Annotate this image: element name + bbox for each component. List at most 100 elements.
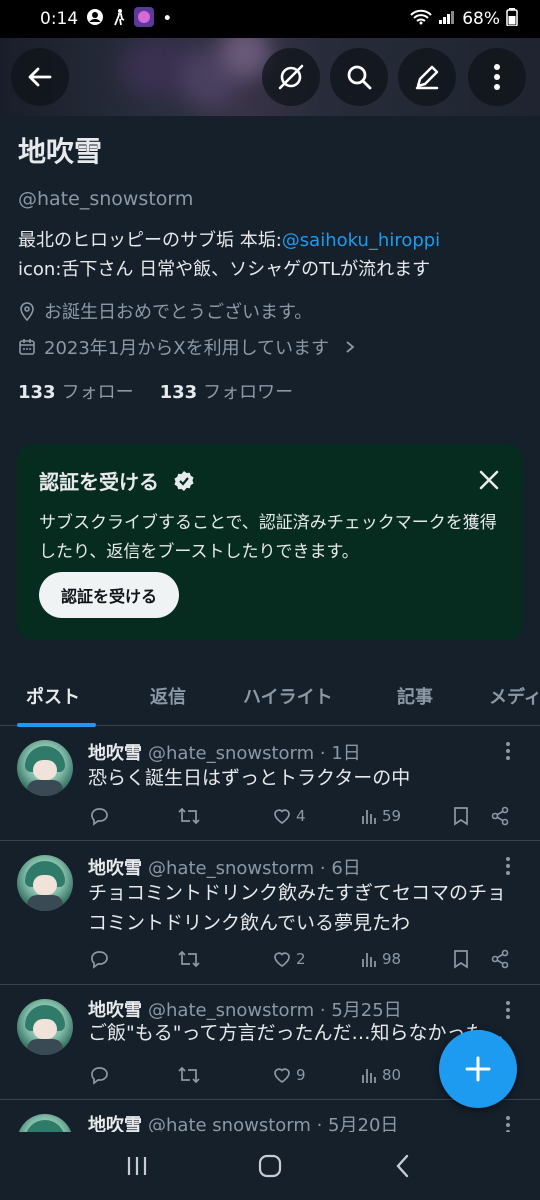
recents-icon bbox=[127, 1157, 146, 1175]
post-author[interactable]: 地吹雪 bbox=[88, 743, 142, 764]
heart-icon bbox=[274, 809, 290, 825]
wifi-icon bbox=[410, 9, 432, 30]
views-button[interactable]: 80 bbox=[360, 1063, 401, 1087]
bookmark-icon bbox=[454, 807, 468, 826]
tab-replies[interactable]: 返信 bbox=[150, 668, 186, 724]
home-icon bbox=[258, 1154, 282, 1178]
get-verified-button[interactable]: 認証を受ける bbox=[39, 572, 180, 618]
heart-icon bbox=[274, 952, 290, 968]
following-link[interactable]: 133 フォロー bbox=[18, 378, 134, 404]
share-icon bbox=[491, 949, 509, 969]
bio-line-2: icon:舌下さん 日常や飯、ソシャゲのTLが流れます bbox=[18, 259, 431, 280]
post-text: チョコミントドリンク飲みたすぎてセコマのチョコミントドリンク飲んでいる夢見たわ bbox=[88, 882, 507, 934]
following-label: フォロー bbox=[61, 382, 134, 403]
bio-link[interactable]: @saihoku_hiroppi bbox=[282, 230, 440, 251]
recents-button[interactable] bbox=[117, 1146, 157, 1186]
system-nav-bar bbox=[0, 1132, 540, 1200]
avatar[interactable] bbox=[17, 855, 73, 911]
repost-button[interactable] bbox=[176, 804, 202, 828]
reply-icon bbox=[91, 808, 108, 826]
tab-media[interactable]: メディ bbox=[489, 668, 540, 724]
walk-icon bbox=[112, 8, 126, 31]
repost-icon bbox=[178, 807, 200, 825]
like-button[interactable]: 2 bbox=[272, 947, 306, 971]
tab-highlights[interactable]: ハイライト bbox=[243, 668, 333, 724]
post-item[interactable]: 地吹雪 @hate_snowstorm · 1日 恐らく誕生日はずっとトラクターの… bbox=[0, 727, 540, 841]
grok-icon bbox=[278, 64, 304, 90]
status-bar: 0:14 • 68% bbox=[0, 0, 540, 38]
views-button[interactable]: 98 bbox=[360, 947, 401, 971]
search-icon bbox=[347, 65, 372, 90]
bookmark-button[interactable] bbox=[452, 804, 470, 828]
grok-button[interactable] bbox=[262, 48, 320, 106]
pencil-icon bbox=[415, 65, 439, 90]
tab-posts[interactable]: ポスト bbox=[26, 668, 80, 724]
tab-articles[interactable]: 記事 bbox=[397, 668, 433, 724]
back-button[interactable] bbox=[11, 48, 69, 106]
verification-title-text: 認証を受ける bbox=[39, 470, 159, 494]
post-more-icon[interactable] bbox=[498, 1000, 518, 1020]
edit-button[interactable] bbox=[398, 48, 456, 106]
more-button[interactable] bbox=[468, 48, 526, 106]
reply-button[interactable] bbox=[88, 947, 110, 971]
profile-bio: 最北のヒロッピーのサブ垢 本垢:@saihoku_hiroppi icon:舌下… bbox=[18, 226, 522, 284]
location-text: お誕生日おめでとうございます。 bbox=[44, 302, 313, 323]
share-icon bbox=[491, 806, 509, 826]
profile-joined[interactable]: 2023年1月からXを利用しています bbox=[18, 330, 522, 364]
account-icon bbox=[86, 8, 104, 31]
heart-icon bbox=[274, 1068, 290, 1084]
followers-link[interactable]: 133 フォロワー bbox=[160, 378, 294, 404]
status-time: 0:14 bbox=[40, 9, 79, 29]
view-count: 98 bbox=[382, 950, 402, 968]
views-icon bbox=[362, 810, 376, 824]
reply-icon bbox=[91, 1067, 108, 1085]
post-item[interactable]: 地吹雪 @hate_snowstorm · 6日 チョコミントドリンク飲みたすぎて… bbox=[0, 842, 540, 985]
reply-button[interactable] bbox=[88, 804, 110, 828]
verified-badge-icon bbox=[174, 470, 194, 491]
post-more-icon[interactable] bbox=[498, 856, 518, 876]
share-button[interactable] bbox=[490, 947, 510, 971]
post-meta: @hate_snowstorm · 1日 bbox=[148, 743, 361, 764]
like-count: 4 bbox=[296, 807, 306, 825]
close-icon[interactable] bbox=[475, 466, 503, 494]
post-header: 地吹雪 @hate_snowstorm · 6日 bbox=[88, 854, 361, 880]
post-text: 恐らく誕生日はずっとトラクターの中 bbox=[88, 767, 411, 789]
followers-label: フォロワー bbox=[203, 382, 294, 403]
post-header: 地吹雪 @hate_snowstorm · 1日 bbox=[88, 739, 361, 765]
app-icon bbox=[134, 6, 155, 32]
search-button[interactable] bbox=[330, 48, 388, 106]
views-button[interactable]: 59 bbox=[360, 804, 401, 828]
profile-handle: @hate_snowstorm bbox=[18, 188, 194, 210]
share-button[interactable] bbox=[490, 804, 510, 828]
repost-button[interactable] bbox=[176, 1063, 202, 1087]
post-actions: 4 59 bbox=[88, 804, 522, 828]
post-author[interactable]: 地吹雪 bbox=[88, 858, 142, 879]
notification-dot: • bbox=[162, 9, 173, 29]
bio-text: 最北のヒロッピーのサブ垢 本垢: bbox=[18, 230, 282, 251]
avatar[interactable] bbox=[17, 999, 73, 1055]
profile-name: 地吹雪 bbox=[18, 135, 103, 168]
compose-button[interactable] bbox=[439, 1030, 517, 1108]
bookmark-button[interactable] bbox=[452, 947, 470, 971]
post-more-icon[interactable] bbox=[498, 741, 518, 761]
profile-location: お誕生日おめでとうございます。 bbox=[18, 294, 522, 328]
views-icon bbox=[362, 1069, 376, 1083]
battery-icon bbox=[506, 7, 518, 31]
repost-icon bbox=[178, 950, 200, 968]
home-button[interactable] bbox=[250, 1146, 290, 1186]
repost-button[interactable] bbox=[176, 947, 202, 971]
like-count: 9 bbox=[296, 1066, 306, 1084]
battery-level: 68% bbox=[462, 9, 500, 29]
reply-button[interactable] bbox=[88, 1063, 110, 1087]
profile-screen: 0:14 • 68% 地吹雪 @hate_snowstorm 最北のヒロッピーの… bbox=[0, 0, 540, 1200]
post-meta: @hate_snowstorm · 6日 bbox=[148, 858, 361, 879]
location-pin-icon bbox=[20, 302, 34, 321]
back-nav-button[interactable] bbox=[383, 1146, 423, 1186]
like-button[interactable]: 9 bbox=[272, 1063, 306, 1087]
signal-icon bbox=[438, 9, 456, 30]
avatar[interactable] bbox=[17, 740, 73, 796]
like-button[interactable]: 4 bbox=[272, 804, 306, 828]
follow-stats: 133 フォロー 133 フォロワー bbox=[18, 378, 522, 404]
views-icon bbox=[362, 953, 376, 967]
joined-text: 2023年1月からXを利用しています bbox=[44, 338, 330, 359]
